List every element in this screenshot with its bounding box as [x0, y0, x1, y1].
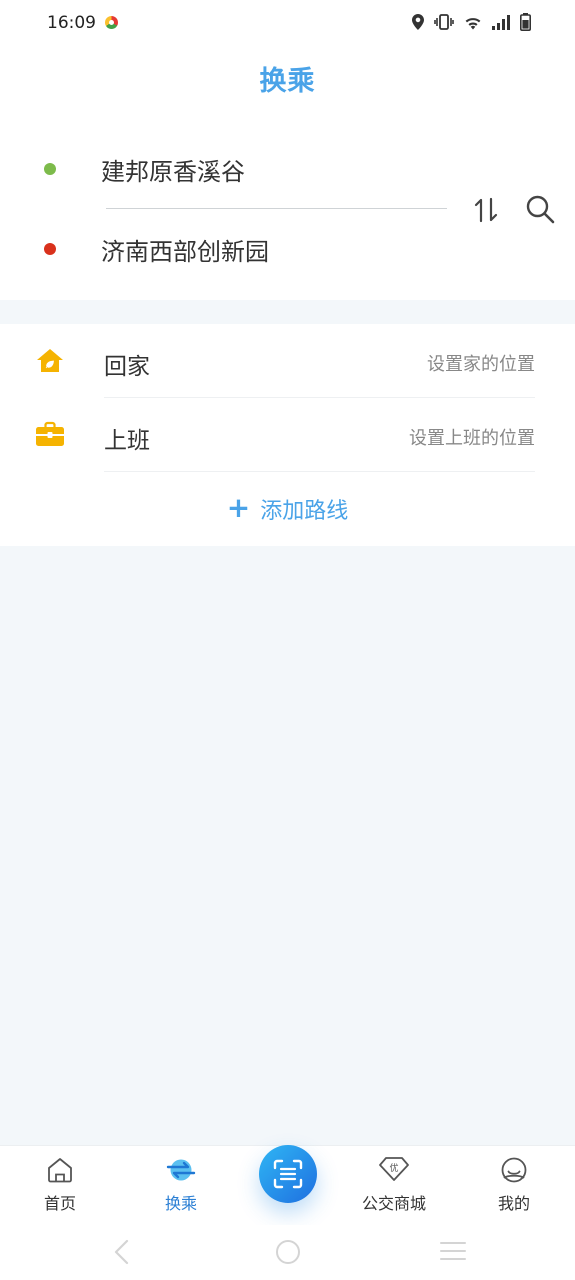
start-point-dot: [44, 163, 56, 175]
status-icons: [412, 13, 531, 31]
nav-item-mall[interactable]: 优 公交商城: [339, 1146, 449, 1226]
scan-button[interactable]: [259, 1145, 317, 1203]
header: 换乘: [0, 46, 575, 126]
page-title: 换乘: [259, 66, 316, 97]
favorite-home-row[interactable]: 回家 设置家的位置: [0, 324, 575, 398]
nav-label-transfer: 换乘: [164, 1194, 197, 1213]
status-bar: 16:09: [0, 0, 575, 46]
back-icon[interactable]: [112, 1239, 130, 1265]
nav-item-mine[interactable]: 我的: [459, 1146, 569, 1226]
search-icon[interactable]: [525, 194, 555, 224]
battery-icon: [520, 13, 531, 31]
wifi-icon: [465, 17, 481, 29]
nav-item-home[interactable]: 首页: [5, 1146, 115, 1226]
home-icon: [37, 349, 63, 372]
swap-direction-icon[interactable]: [472, 196, 500, 224]
profile-icon: [501, 1157, 527, 1183]
favorite-work-row[interactable]: 上班 设置上班的位置: [0, 398, 575, 472]
route-panel: 建邦原香溪谷 济南西部创新园: [0, 126, 575, 300]
location-icon: [412, 14, 424, 30]
route-divider: [106, 208, 447, 209]
vibrate-icon: [434, 14, 454, 30]
transfer-icon: [166, 1159, 196, 1181]
plus-icon: +: [226, 490, 251, 524]
home-circle-icon[interactable]: [275, 1239, 301, 1265]
add-route-label: 添加路线: [260, 499, 349, 524]
scan-icon: [273, 1159, 303, 1189]
favorite-work-hint[interactable]: 设置上班的位置: [409, 424, 535, 450]
nav-label-mall: 公交商城: [361, 1194, 426, 1213]
mall-diamond-icon: 优: [379, 1157, 409, 1181]
nav-label-home: 首页: [43, 1194, 76, 1213]
home-outline-icon: [48, 1158, 72, 1183]
favorite-work-label: 上班: [104, 428, 150, 454]
favorite-home-hint[interactable]: 设置家的位置: [427, 350, 535, 376]
svg-text:优: 优: [389, 1162, 398, 1174]
favorite-routes-panel: 回家 设置家的位置 上班 设置上班的位置 + 添加路线: [0, 324, 575, 546]
app-notification-icon: [105, 16, 118, 29]
status-time: 16:09: [47, 13, 96, 33]
system-nav-bar: [0, 1225, 575, 1280]
end-location-field[interactable]: 济南西部创新园: [101, 232, 269, 267]
menu-icon[interactable]: [439, 1239, 467, 1263]
add-route-button[interactable]: + 添加路线: [0, 472, 575, 546]
nav-item-transfer[interactable]: 换乘: [126, 1146, 236, 1226]
end-point-dot: [44, 243, 56, 255]
start-location-field[interactable]: 建邦原香溪谷: [101, 152, 245, 187]
nav-label-mine: 我的: [497, 1194, 530, 1213]
briefcase-icon: [36, 421, 64, 446]
signal-icon: [492, 14, 510, 30]
favorite-home-label: 回家: [104, 354, 150, 380]
